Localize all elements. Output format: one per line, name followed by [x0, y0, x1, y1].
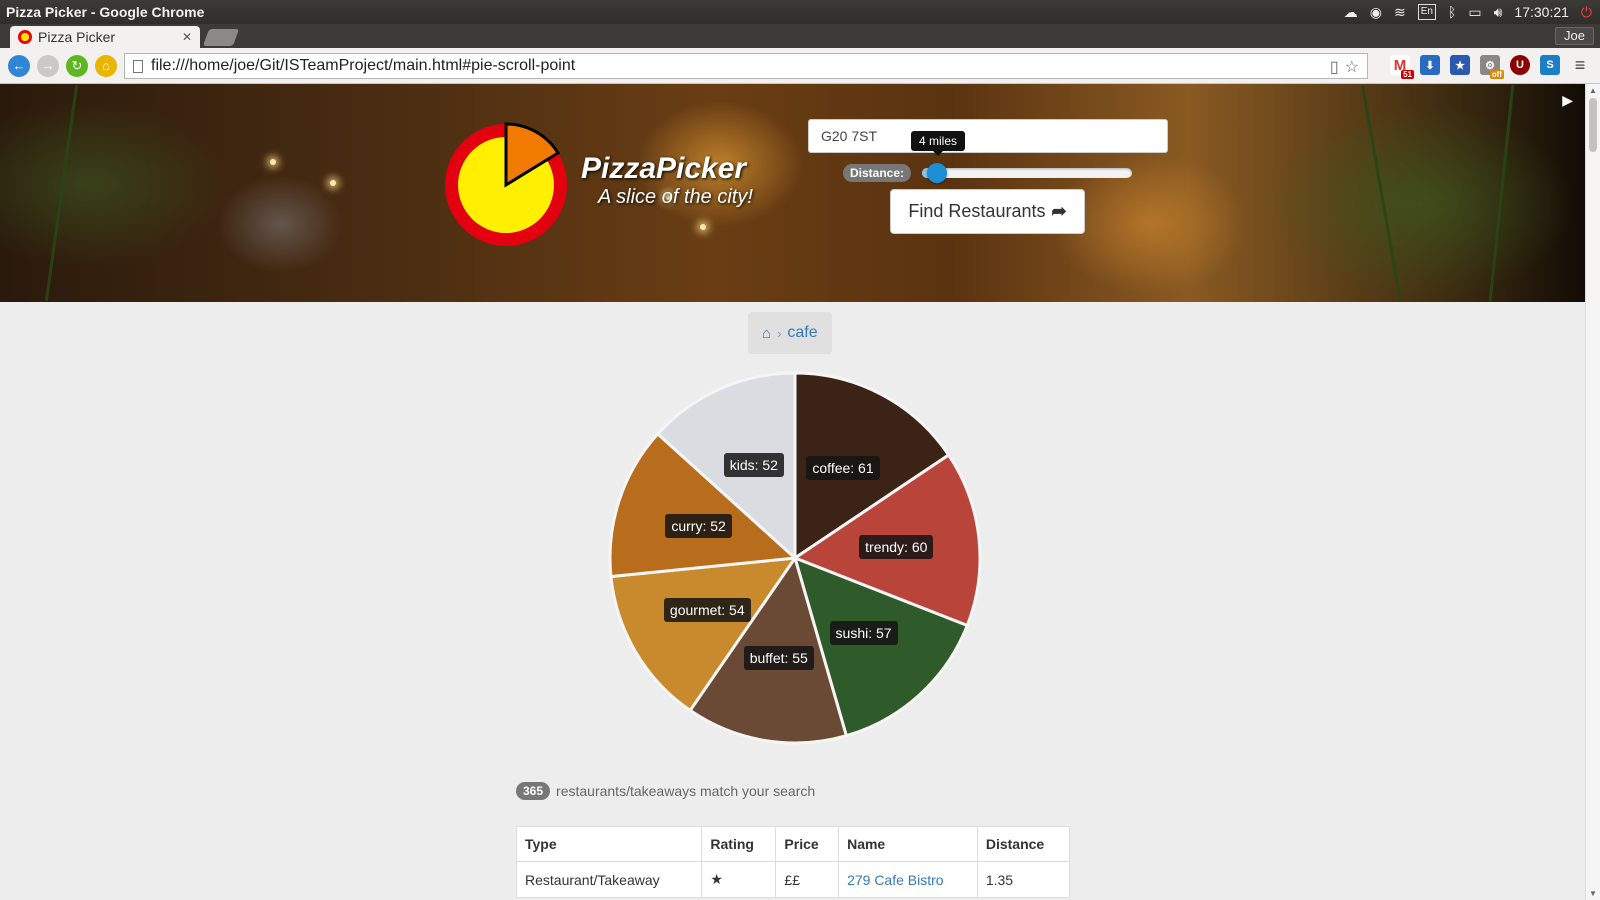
back-arrow-icon[interactable]: ← — [8, 54, 30, 77]
page-icon — [133, 59, 143, 73]
cell-price: ££ — [775, 861, 840, 898]
power-icon[interactable]: ⏻ — [1581, 0, 1592, 24]
share-arrow-icon: ➦ — [1051, 201, 1067, 221]
profile-button[interactable]: Joe — [1555, 27, 1594, 45]
column-header-name[interactable]: Name — [838, 826, 978, 862]
pie-tooltip-buffet: buffet: 55 — [743, 646, 814, 671]
table-header-row: Type Rating Price Name Distance — [515, 826, 1071, 862]
cell-distance: 1.35 — [976, 861, 1071, 898]
os-title-bar: Pizza Picker - Google Chrome ☁ ◉ ≋ En ᛒ … — [0, 0, 1600, 24]
reader-icon[interactable]: ▯ — [1330, 57, 1339, 77]
cell-rating: ★ — [701, 861, 777, 898]
wifi-icon[interactable]: ≋ — [1394, 0, 1406, 24]
results-count-badge: 365 — [516, 782, 551, 800]
brand-name: PizzaPicker — [581, 152, 747, 185]
cell-type: Restaurant/Takeaway — [515, 861, 703, 898]
find-restaurants-label: Find Restaurants — [908, 201, 1046, 221]
find-restaurants-button[interactable]: Find Restaurants ➦ — [890, 189, 1085, 234]
tab-close-icon[interactable]: ✕ — [182, 30, 192, 44]
column-header-rating[interactable]: Rating — [701, 826, 777, 862]
breadcrumb-cafe[interactable]: cafe — [787, 324, 817, 342]
slider-handle[interactable] — [926, 163, 947, 183]
breadcrumb: ⌂ › cafe — [748, 312, 832, 354]
light-decoration — [270, 159, 276, 165]
off-badge: off — [1489, 70, 1504, 79]
cell-name: 279 Cafe Bistro — [838, 861, 978, 898]
home-icon[interactable]: ⌂ — [762, 325, 771, 342]
results-table: Type Rating Price Name Distance Restaura… — [515, 826, 1071, 898]
tab-title: Pizza Picker — [38, 29, 116, 45]
tagline: A slice of the city! — [598, 186, 753, 208]
vertical-scrollbar[interactable]: ▲ ▼ — [1585, 84, 1600, 900]
pie-tooltip-kids: kids: 52 — [723, 453, 784, 477]
scroll-up-icon[interactable]: ▲ — [1589, 86, 1597, 95]
system-tray: ☁ ◉ ≋ En ᛒ ▭ 🔊︎ 17:30:21 ⏻ — [1344, 0, 1592, 24]
results-summary-text: restaurants/takeaways match your search — [556, 783, 816, 799]
breadcrumb-separator: › — [777, 325, 782, 341]
keyboard-layout-indicator[interactable]: En — [1417, 4, 1436, 20]
tab-strip: Pizza Picker ✕ Joe — [0, 24, 1600, 48]
chrome-icon[interactable]: ◉ — [1370, 0, 1382, 24]
download-icon[interactable]: ⬇ — [1420, 55, 1440, 75]
s-extension-icon[interactable]: S — [1540, 55, 1560, 75]
url-text[interactable]: file:///home/joe/Git/ISTeamProject/main.… — [151, 57, 575, 75]
pie-tooltip-trendy: trendy: 60 — [859, 534, 934, 559]
vine-decoration — [1361, 85, 1402, 301]
menu-icon[interactable]: ≡ — [1570, 55, 1590, 75]
vine-decoration — [44, 84, 79, 302]
extension-off-icon[interactable]: ⚙ off — [1480, 55, 1504, 79]
cloud-icon[interactable]: ☁ — [1344, 0, 1358, 24]
home-button-icon[interactable]: ⌂ — [95, 54, 117, 77]
battery-icon[interactable]: ▭ — [1468, 0, 1481, 24]
new-tab-button[interactable] — [202, 29, 240, 46]
distance-label: Distance: — [843, 164, 912, 182]
distance-slider[interactable] — [922, 163, 1132, 183]
category-pie-chart: coffee: 61 trendy: 60 sushi: 57 buffet: 55 g… — [600, 363, 990, 753]
pie-tooltip-gourmet: gourmet: 54 — [663, 597, 751, 622]
vine-decoration — [1488, 84, 1515, 302]
ublock-icon[interactable]: U — [1510, 55, 1530, 75]
clock[interactable]: 17:30:21 — [1514, 4, 1569, 20]
bookmark-star-icon[interactable]: ☆ — [1345, 57, 1359, 77]
pie-tooltip-coffee: coffee: 61 — [806, 456, 880, 481]
extensions: M 51 ⬇ ★ ⚙ off U S ≡ — [1390, 55, 1590, 79]
tab-pizza-picker[interactable]: Pizza Picker ✕ — [10, 26, 200, 48]
light-decoration — [330, 180, 336, 186]
star-extension-icon[interactable]: ★ — [1450, 55, 1470, 75]
page-viewport: PizzaPicker A slice of the city! 4 miles… — [0, 84, 1585, 900]
gmail-icon[interactable]: M 51 — [1390, 55, 1414, 79]
window-title: Pizza Picker - Google Chrome — [6, 4, 205, 20]
logo[interactable]: PizzaPicker A slice of the city! — [443, 122, 773, 252]
scrollbar-thumb[interactable] — [1589, 98, 1597, 152]
forward-arrow-icon[interactable]: → — [37, 54, 59, 77]
table-row[interactable]: Restaurant/Takeaway ★ ££ 279 Cafe Bistro… — [515, 861, 1071, 898]
restaurant-link[interactable]: 279 Cafe Bistro — [847, 872, 944, 888]
distance-tooltip: 4 miles — [911, 131, 966, 156]
reload-icon[interactable]: ↻ — [66, 54, 88, 77]
address-bar[interactable]: file:///home/joe/Git/ISTeamProject/main.… — [124, 53, 1368, 79]
gmail-badge: 51 — [1401, 70, 1414, 79]
play-icon[interactable]: ▶ — [1562, 92, 1573, 109]
hero-banner: PizzaPicker A slice of the city! 4 miles… — [0, 84, 1585, 302]
browser-toolbar: ← → ↻ ⌂ file:///home/joe/Git/ISTeamProje… — [0, 48, 1600, 84]
postcode-input[interactable] — [808, 119, 1168, 153]
favicon-icon — [18, 30, 32, 44]
pie-tooltip-sushi: sushi: 57 — [829, 621, 898, 646]
column-header-type[interactable]: Type — [515, 826, 703, 862]
results-summary: 365 restaurants/takeaways match your sea… — [516, 782, 815, 800]
bluetooth-icon[interactable]: ᛒ — [1448, 0, 1456, 24]
pie-tooltip-curry: curry: 52 — [665, 514, 732, 539]
column-header-distance[interactable]: Distance — [976, 826, 1071, 862]
column-header-price[interactable]: Price — [775, 826, 840, 862]
volume-icon[interactable]: 🔊︎ — [1494, 0, 1503, 24]
pizza-logo-icon — [445, 122, 567, 246]
scroll-down-icon[interactable]: ▼ — [1589, 889, 1597, 898]
